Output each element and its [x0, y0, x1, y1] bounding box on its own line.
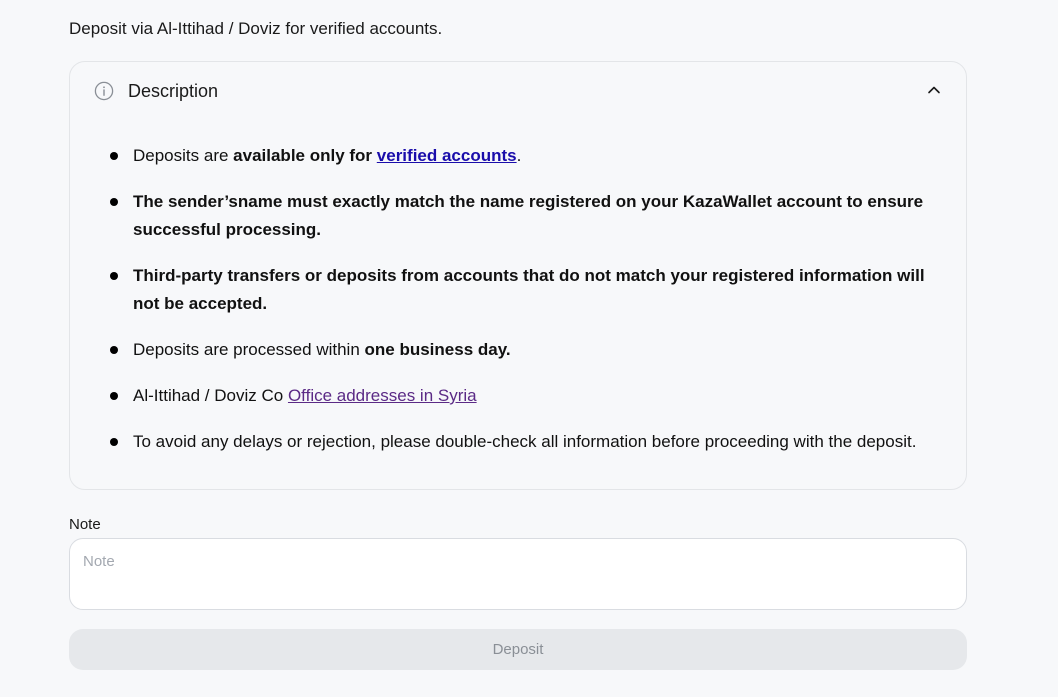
item-text: To avoid any delays or rejection, please… [133, 432, 917, 451]
office-addresses-link[interactable]: Office addresses in Syria [288, 386, 477, 405]
chevron-up-icon[interactable] [926, 82, 942, 98]
description-accordion: Description Deposits are available only … [69, 61, 967, 490]
item-bold-text: The sender’sname must exactly match the … [133, 192, 924, 239]
item-text: Al-Ittihad / Doviz Co [133, 386, 288, 405]
list-item: The sender’sname must exactly match the … [110, 188, 950, 244]
deposit-page: Deposit via Al-Ittihad / Doviz for verif… [0, 0, 1058, 697]
info-icon [94, 81, 114, 101]
item-bold-text: Third-party transfers or deposits from a… [133, 266, 925, 313]
intro-text: Deposit via Al-Ittihad / Doviz for verif… [69, 19, 443, 38]
description-title: Description [128, 81, 219, 101]
verified-accounts-link[interactable]: verified accounts [377, 146, 517, 165]
item-bold-text: one business day. [364, 340, 511, 359]
list-item: Al-Ittihad / Doviz Co Office addresses i… [110, 382, 950, 410]
note-input[interactable] [69, 538, 967, 610]
description-header[interactable]: Description [70, 62, 966, 120]
note-label: Note [69, 516, 101, 533]
list-item: Third-party transfers or deposits from a… [110, 262, 950, 318]
item-text: Deposits are [133, 146, 234, 165]
description-list: Deposits are available only for verified… [110, 142, 950, 474]
list-item: Deposits are available only for verified… [110, 142, 950, 170]
list-item: Deposits are processed within one busine… [110, 336, 950, 364]
deposit-button[interactable]: Deposit [69, 629, 967, 670]
list-item: To avoid any delays or rejection, please… [110, 428, 950, 456]
item-text: . [516, 146, 522, 165]
item-text: Deposits are processed within [133, 340, 365, 359]
item-bold-text: available only for [233, 146, 377, 165]
